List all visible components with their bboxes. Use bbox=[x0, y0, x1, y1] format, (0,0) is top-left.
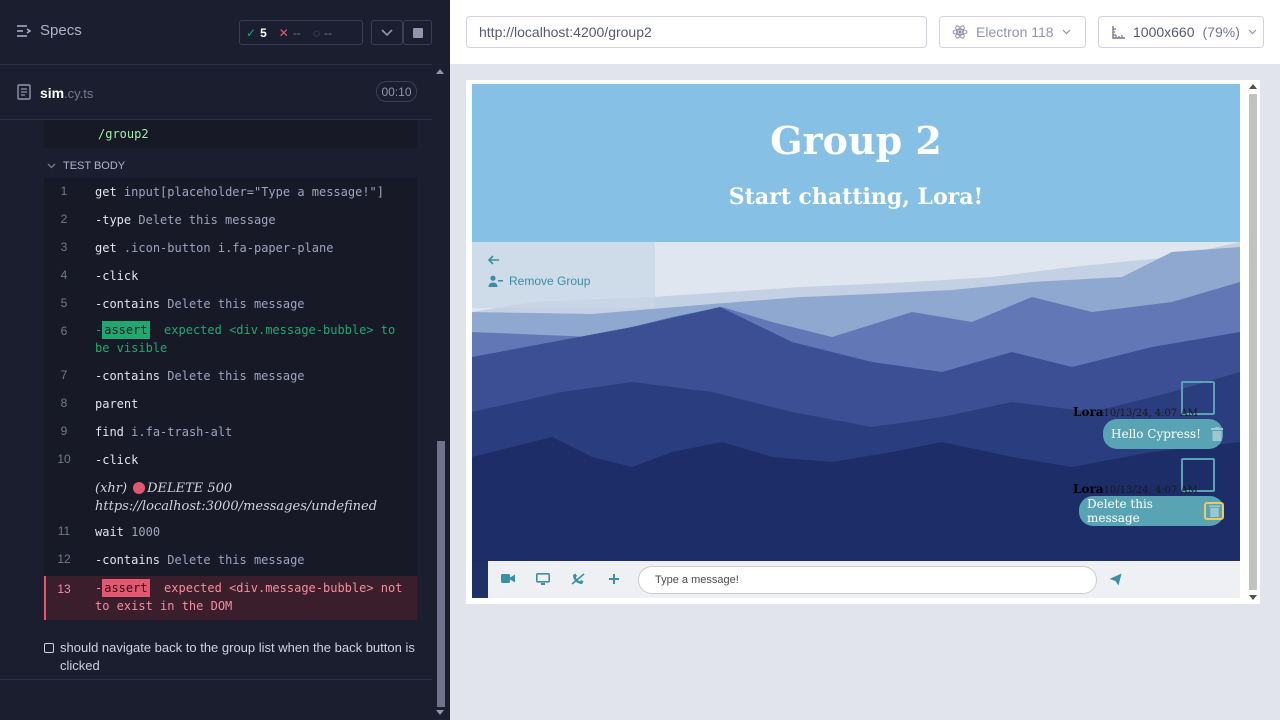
command-row[interactable]: 12 -contains Delete this message bbox=[44, 546, 417, 576]
cross-icon: ✕ bbox=[278, 25, 289, 40]
command-row[interactable]: 3 get .icon-button i.fa-paper-plane bbox=[44, 234, 417, 262]
assert-badge: assert bbox=[102, 579, 150, 597]
command-row[interactable]: 4 -click bbox=[44, 262, 417, 290]
command-row[interactable]: 2 -type Delete this message bbox=[44, 206, 417, 234]
scroll-up-arrow-icon[interactable] bbox=[436, 69, 444, 74]
pending-count: ◌ -- bbox=[312, 25, 332, 40]
viewport-selector[interactable]: 1000x660 (79%) bbox=[1098, 16, 1264, 48]
command-row[interactable]: 5 -contains Delete this message bbox=[44, 290, 417, 318]
specs-button[interactable]: Specs bbox=[16, 22, 82, 39]
group-header: Group 2 Start chatting, Lora! bbox=[472, 84, 1240, 242]
group-title: Group 2 bbox=[770, 118, 942, 163]
command-row[interactable]: 10 -click bbox=[44, 446, 417, 474]
screen-share-icon[interactable] bbox=[536, 573, 550, 585]
browser-selector[interactable]: Electron 118 bbox=[939, 16, 1086, 48]
phone-slash-icon[interactable] bbox=[571, 573, 585, 585]
chevron-down-icon bbox=[47, 163, 56, 169]
assert-badge: assert bbox=[102, 321, 150, 339]
scroll-thumb[interactable] bbox=[437, 441, 445, 707]
spec-file-name: sim bbox=[40, 85, 65, 101]
scroll-down-arrow-icon[interactable] bbox=[436, 710, 444, 715]
paper-plane-icon[interactable] bbox=[1109, 573, 1122, 586]
chevron-down-icon bbox=[1248, 29, 1257, 35]
divider bbox=[0, 679, 432, 680]
previous-command-fragment: /group2 bbox=[44, 120, 417, 148]
failed-count: ✕ -- bbox=[278, 25, 301, 40]
chat-app: Group 2 Start chatting, Lora! Remove Gro bbox=[472, 84, 1240, 598]
app-preview: http://localhost:4200/group2 Electron 11… bbox=[450, 0, 1280, 720]
pending-circle-icon: ◌ bbox=[312, 25, 320, 40]
message-meta: Lora10/13/24, 4:07 AM bbox=[1073, 482, 1198, 496]
remove-group-button[interactable]: Remove Group bbox=[488, 274, 590, 288]
greeting-text: Start chatting, Lora! bbox=[728, 184, 984, 210]
plus-icon[interactable] bbox=[608, 573, 620, 585]
electron-logo-icon bbox=[952, 25, 968, 39]
video-camera-icon[interactable] bbox=[501, 573, 515, 584]
expand-toggle-button[interactable] bbox=[371, 20, 403, 45]
chevron-down-icon bbox=[1062, 29, 1071, 35]
duration-badge: 00:10 bbox=[376, 81, 417, 102]
command-row[interactable]: 9 find i.fa-trash-alt bbox=[44, 418, 417, 446]
aut-iframe: Group 2 Start chatting, Lora! Remove Gro bbox=[466, 80, 1260, 604]
stop-icon bbox=[412, 27, 423, 38]
check-icon: ✓ bbox=[246, 25, 257, 40]
scroll-thumb[interactable] bbox=[1249, 94, 1257, 590]
message-composer: Type a message! bbox=[488, 561, 1240, 598]
command-row[interactable]: 11 wait 1000 bbox=[44, 518, 417, 546]
assert-row-passed[interactable]: 6 - assert expected <div.message-bubble> … bbox=[44, 318, 417, 362]
scroll-down-arrow-icon[interactable] bbox=[1249, 594, 1257, 600]
test-item-pending[interactable]: should navigate back to the group list w… bbox=[44, 639, 424, 675]
command-row[interactable]: 8 parent bbox=[44, 390, 417, 418]
document-icon bbox=[17, 84, 31, 100]
message-bubble[interactable]: Hello Cypress! bbox=[1103, 419, 1223, 449]
error-dot-icon bbox=[133, 482, 146, 494]
scroll-up-arrow-icon[interactable] bbox=[1249, 84, 1257, 90]
spec-file-extension: .cy.ts bbox=[64, 86, 94, 101]
command-row[interactable]: 7 -contains Delete this message bbox=[44, 362, 417, 390]
aut-scrollbar[interactable] bbox=[1247, 84, 1259, 600]
url-bar[interactable]: http://localhost:4200/group2 bbox=[466, 16, 927, 48]
trash-icon bbox=[1208, 505, 1220, 517]
section-label: TEST BODY bbox=[63, 160, 126, 172]
xhr-log-row[interactable]: (xhr) DELETE 500 https://localhost:3000/m… bbox=[44, 474, 417, 518]
test-body-section[interactable]: TEST BODY bbox=[44, 154, 125, 178]
ruler-icon bbox=[1112, 26, 1125, 39]
command-row[interactable]: 1 get input[placeholder="Type a message!… bbox=[44, 178, 417, 206]
preview-toolbar: http://localhost:4200/group2 Electron 11… bbox=[450, 0, 1280, 64]
reporter-header: Specs ✓ 5 ✕ -- ◌ -- bbox=[0, 0, 432, 65]
assert-row-failed[interactable]: 13 - assert expected <div.message-bubble>… bbox=[44, 576, 417, 620]
message-input[interactable]: Type a message! bbox=[638, 566, 1097, 594]
pending-square-icon bbox=[44, 643, 54, 653]
message-meta: Lora10/13/24, 4:07 AM bbox=[1073, 405, 1198, 419]
stop-button[interactable] bbox=[403, 20, 432, 45]
trash-icon[interactable] bbox=[1210, 427, 1223, 441]
chevron-down-icon bbox=[381, 28, 393, 36]
command-log: /group2 TEST BODY 1 get input[placeholde… bbox=[44, 120, 417, 622]
user-minus-icon bbox=[488, 275, 503, 287]
group-options-panel: Remove Group bbox=[472, 242, 655, 308]
message-bubble[interactable]: Delete this message bbox=[1079, 496, 1224, 526]
spec-file-row: sim .cy.ts 00:10 bbox=[0, 65, 432, 120]
trash-button-highlighted[interactable] bbox=[1204, 502, 1224, 520]
reporter-scrollbar[interactable] bbox=[433, 65, 448, 720]
back-arrow-icon[interactable] bbox=[487, 252, 500, 268]
specs-label: Specs bbox=[40, 22, 82, 39]
passed-count: ✓ 5 bbox=[246, 25, 267, 40]
reporter-panel: Specs ✓ 5 ✕ -- ◌ -- sim .cy.ts 00:10 /gr… bbox=[0, 0, 450, 720]
menu-collapse-icon bbox=[17, 24, 32, 37]
test-stats: ✓ 5 ✕ -- ◌ -- bbox=[239, 20, 363, 45]
